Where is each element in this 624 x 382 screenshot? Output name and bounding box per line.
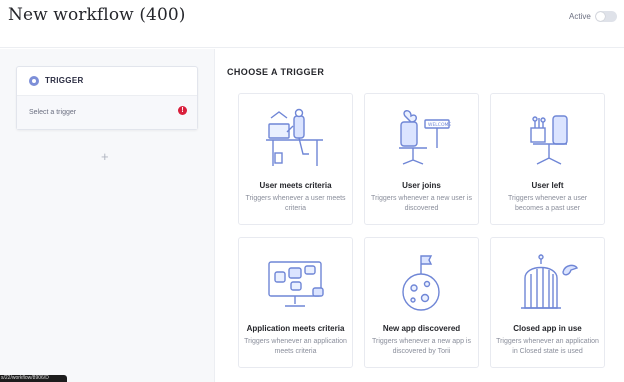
card-description: Triggers whenever an application in Clos… <box>496 338 599 355</box>
empty-chair-illustration-icon <box>491 94 604 174</box>
add-step-icon[interactable]: + <box>101 149 109 164</box>
trigger-card-closed-app-in-use[interactable]: Closed app in use Triggers whenever an a… <box>490 237 605 368</box>
card-title: User meets criteria <box>259 181 332 190</box>
error-icon: ! <box>178 106 187 115</box>
trigger-node[interactable]: TRIGGER Select a trigger ! <box>16 66 198 130</box>
monitor-apps-illustration-icon <box>239 238 352 318</box>
active-toggle[interactable] <box>595 11 617 22</box>
card-description: Triggers whenever a new user is discover… <box>371 195 472 212</box>
desk-worker-illustration-icon <box>239 94 352 174</box>
page-header: New workflow (400) Active <box>0 0 624 48</box>
card-title: New app discovered <box>382 324 461 333</box>
bird-cage-illustration-icon <box>491 238 604 318</box>
trigger-radio-icon <box>29 76 39 86</box>
workflow-canvas: TRIGGER Select a trigger ! + <box>0 49 215 382</box>
card-description: Triggers whenever an application meets c… <box>244 338 347 355</box>
card-description: Triggers whenever a new app is discovere… <box>372 338 471 355</box>
trigger-card-user-left[interactable]: User left Triggers whenever a user becom… <box>490 93 605 225</box>
trigger-card-application-meets-criteria[interactable]: Application meets criteria Triggers when… <box>238 237 353 368</box>
svg-text:WELCOME: WELCOME <box>428 122 451 128</box>
card-title: User joins <box>402 181 441 190</box>
trigger-node-header: TRIGGER <box>17 67 197 96</box>
card-description: Triggers whenever a user meets criteria <box>245 195 346 212</box>
card-description: Triggers whenever a user becomes a past … <box>507 195 588 212</box>
card-title: Closed app in use <box>513 324 582 333</box>
planet-flag-illustration-icon <box>365 238 478 318</box>
trigger-card-new-app-discovered[interactable]: New app discovered Triggers whenever a n… <box>364 237 479 368</box>
select-trigger-text: Select a trigger <box>29 109 77 116</box>
page-title[interactable]: New workflow (400) <box>8 5 186 25</box>
trigger-card-user-meets-criteria[interactable]: User meets criteria Triggers whenever a … <box>238 93 353 225</box>
trigger-card-user-joins[interactable]: WELCOME User joins Triggers whenever a n… <box>364 93 479 225</box>
toggle-knob <box>596 12 605 21</box>
active-label: Active <box>569 12 591 21</box>
card-title: Application meets criteria <box>246 324 345 333</box>
section-title: CHOOSE A TRIGGER <box>227 67 325 77</box>
card-title: User left <box>531 181 564 190</box>
status-bar-url: s/22/workflow/8906/D <box>0 375 67 382</box>
welcome-chair-illustration-icon: WELCOME <box>365 94 478 174</box>
trigger-node-body[interactable]: Select a trigger ! <box>17 96 197 129</box>
trigger-label: TRIGGER <box>45 76 84 85</box>
